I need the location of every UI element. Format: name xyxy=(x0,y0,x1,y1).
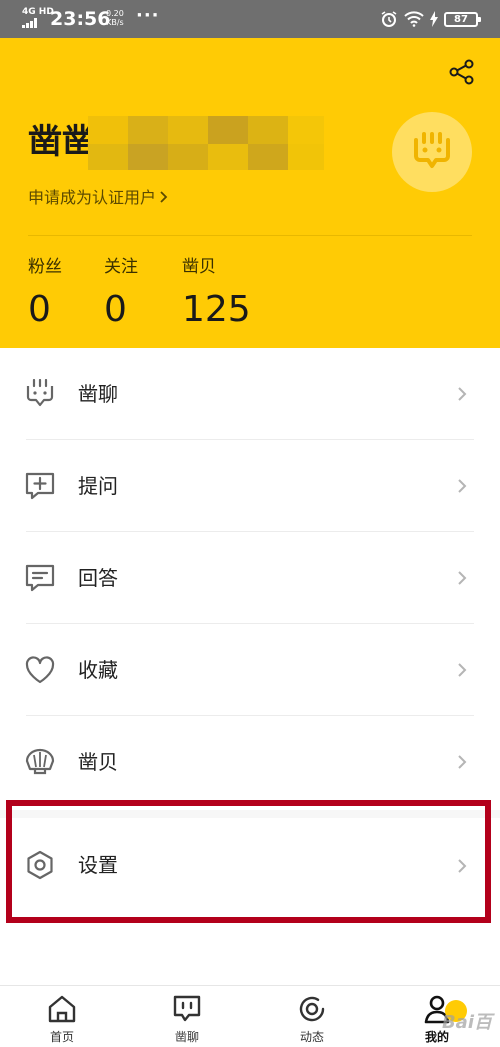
highlight-box xyxy=(6,800,491,923)
heart-icon xyxy=(25,656,55,684)
chat-grill-icon xyxy=(26,379,54,407)
battery-icon: 87 xyxy=(444,11,481,27)
chevron-right-icon xyxy=(458,755,467,769)
chevron-right-icon xyxy=(458,387,467,401)
username: 凿凿 xyxy=(28,122,96,162)
answer-icon xyxy=(25,564,55,592)
feed-icon xyxy=(299,996,325,1022)
bottom-tab-bar: 首页 凿聊 动态 我的 Bai百 xyxy=(0,985,500,1047)
menu-item-answer[interactable]: 回答 xyxy=(0,532,500,624)
profile-header: 凿凿 申请成为认证用户 粉丝 0 关注 0 凿贝 125 xyxy=(0,38,500,348)
network-speed: 0.20 KB/s xyxy=(106,9,124,27)
menu-item-favorites[interactable]: 收藏 xyxy=(0,624,500,716)
menu-item-shells[interactable]: 凿贝 xyxy=(0,716,500,808)
menu-item-ask[interactable]: 提问 xyxy=(0,440,500,532)
avatar[interactable] xyxy=(392,112,472,192)
chevron-right-icon xyxy=(458,571,467,585)
alarm-icon xyxy=(381,11,397,27)
watermark: Bai百 xyxy=(441,1012,492,1033)
tab-feed[interactable]: 动态 xyxy=(272,994,352,1044)
chevron-right-icon xyxy=(160,188,168,208)
clock: 23:56 xyxy=(50,8,111,30)
chat-grill-icon xyxy=(414,132,450,168)
shell-icon xyxy=(25,748,55,775)
share-icon[interactable] xyxy=(448,58,476,86)
header-divider xyxy=(28,235,472,236)
more-notifications-icon: ··· xyxy=(136,5,160,26)
chevron-right-icon xyxy=(458,663,467,677)
stat-following[interactable]: 关注 0 xyxy=(104,256,138,330)
tab-home[interactable]: 首页 xyxy=(22,994,102,1044)
signal-icon xyxy=(22,18,42,28)
username-redacted-mosaic xyxy=(88,116,324,170)
add-question-icon xyxy=(25,472,55,500)
status-bar: 4G HD 23:56 0.20 KB/s ··· 87 xyxy=(0,0,500,38)
status-right: 87 xyxy=(380,9,481,29)
chevron-right-icon xyxy=(458,479,467,493)
stat-followers[interactable]: 粉丝 0 xyxy=(28,256,62,330)
tab-chat[interactable]: 凿聊 xyxy=(147,994,227,1044)
stat-shells[interactable]: 凿贝 125 xyxy=(182,256,251,330)
wifi-icon xyxy=(404,11,424,27)
charging-icon xyxy=(430,11,438,27)
chat-icon xyxy=(173,995,201,1022)
menu-item-chat[interactable]: 凿聊 xyxy=(0,348,500,440)
apply-verification-link[interactable]: 申请成为认证用户 xyxy=(28,188,168,208)
home-icon xyxy=(48,995,76,1023)
